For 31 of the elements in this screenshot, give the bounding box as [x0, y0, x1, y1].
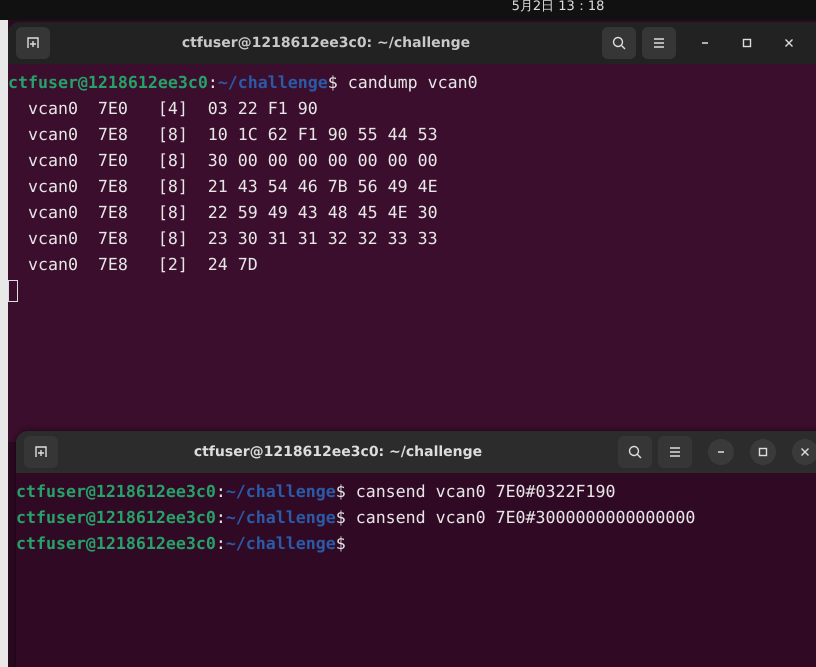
maximize-button[interactable] [750, 439, 776, 465]
search-button[interactable] [602, 27, 636, 59]
output-line: vcan0 7E8 [2] 24 7D [26, 254, 258, 276]
search-icon [627, 444, 643, 460]
minimize-icon [717, 451, 725, 453]
output-line: vcan0 7E0 [8] 30 00 00 00 00 00 00 00 [26, 150, 438, 172]
new-tab-icon [25, 35, 41, 51]
output-line: vcan0 7E8 [8] 21 43 54 46 7B 56 49 4E [26, 176, 438, 198]
terminal-area[interactable]: ctfuser@1218612ee3c0:~/challenge$ cansend vcan0 7E0#0322F190 ctfuser@1218612ee3c0:~/challenge$ cansend vcan0 7E0#3000000000000000 ctfuser@1218612ee3c0:~/challenge$ [16, 473, 816, 667]
search-button[interactable] [618, 436, 652, 468]
new-tab-icon [33, 444, 49, 460]
text-cursor [8, 280, 18, 302]
clock: 5月2日 13：18 [512, 0, 604, 16]
terminal-area[interactable] [8, 64, 816, 442]
new-tab-button[interactable] [24, 436, 58, 468]
menu-button[interactable] [642, 27, 676, 59]
output-line: vcan0 7E8 [8] 23 30 31 31 32 32 33 33 [26, 228, 438, 250]
search-icon [611, 35, 627, 51]
menu-button[interactable] [658, 436, 692, 468]
output-line: vcan0 7E8 [8] 10 1C 62 F1 90 55 44 53 [26, 124, 438, 146]
output-line: vcan0 7E8 [8] 22 59 49 43 48 45 4E 30 [26, 202, 438, 224]
close-button[interactable] [792, 439, 816, 465]
prompt-line: ctfuser@1218612ee3c0:~/challenge$ [16, 533, 346, 555]
new-tab-button[interactable] [16, 27, 50, 59]
output-line: vcan0 7E0 [4] 03 22 F1 90 [26, 98, 318, 120]
prompt-line: ctfuser@1218612ee3c0:~/challenge$ candump vcan0 [8, 72, 478, 94]
window-title: ctfuser@1218612ee3c0: ~/challenge [180, 35, 472, 51]
prompt-line: ctfuser@1218612ee3c0:~/challenge$ cansend vcan0 7E0#3000000000000000 [16, 507, 696, 529]
prompt-line: ctfuser@1218612ee3c0:~/challenge$ cansend vcan0 7E0#0322F190 [16, 481, 616, 503]
minimize-icon [701, 42, 709, 44]
window-title: ctfuser@1218612ee3c0: ~/challenge [192, 444, 484, 460]
